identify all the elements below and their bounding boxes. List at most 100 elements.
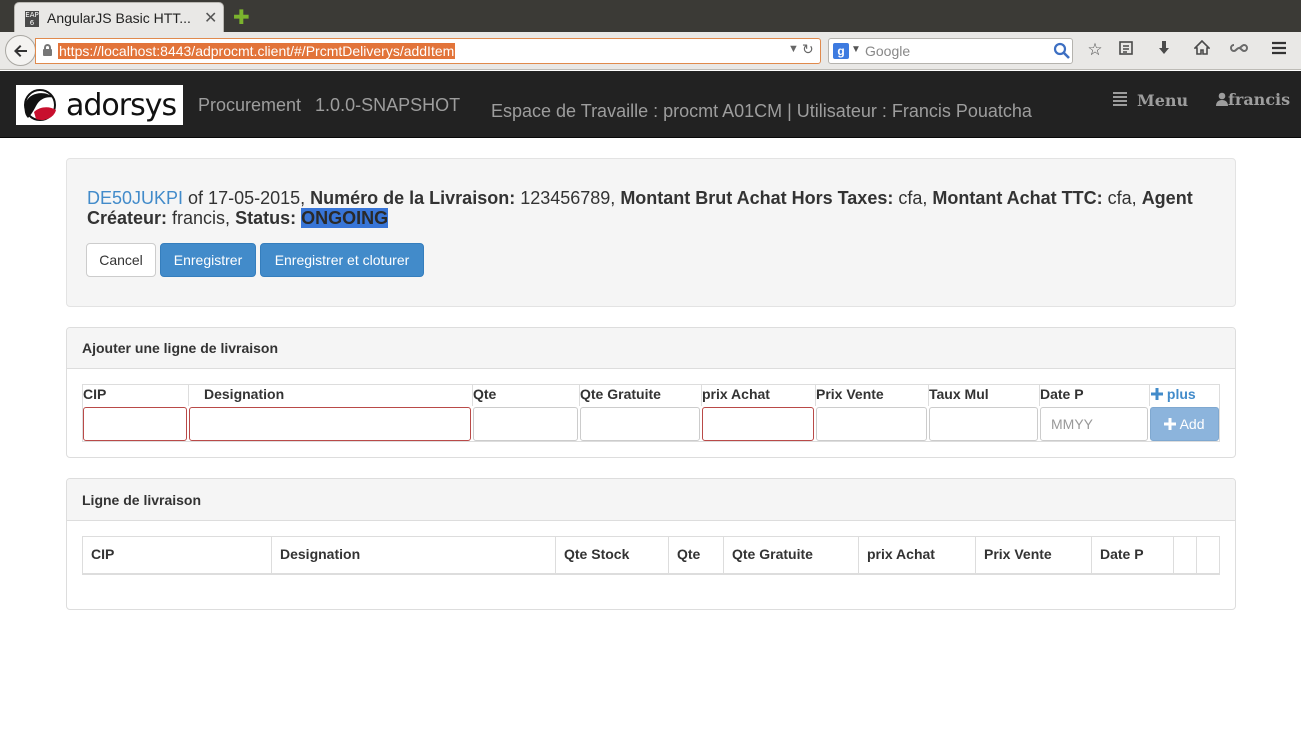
qte-input[interactable] <box>473 407 578 441</box>
logo-wordmark: adorsys <box>66 88 177 123</box>
brand-name: Procurement <box>198 95 302 115</box>
lock-icon <box>43 44 52 56</box>
list-header-designation[interactable]: Designation <box>280 546 360 562</box>
status-label: Status: <box>235 208 297 228</box>
list-header-prix-vente[interactable]: Prix Vente <box>984 546 1052 562</box>
browser-tab-bar: EAP 6 AngularJS Basic HTT... ✕ ✚ <box>0 0 1301 32</box>
column-separator <box>975 536 976 574</box>
search-bar[interactable]: g ▼ Google <box>828 38 1073 64</box>
column-separator <box>271 536 272 574</box>
header-taux-mul: Taux Mul <box>929 386 989 402</box>
numero-label: Numéro de la Livraison: <box>310 188 516 208</box>
qte-gratuite-input[interactable] <box>580 407 700 441</box>
add-label: Add <box>1179 416 1205 432</box>
search-engine-dropdown-icon[interactable]: ▼ <box>851 44 861 55</box>
line-list-panel-title: Ligne de livraison <box>82 492 202 508</box>
numero-value: 123456789, <box>515 188 621 208</box>
workspace-info: Espace de Travaille : procmt A01CM | Uti… <box>491 101 1032 121</box>
column-separator <box>858 536 859 574</box>
user-label: francis <box>1228 90 1291 109</box>
user-icon <box>1216 92 1228 106</box>
column-separator <box>1091 536 1092 574</box>
search-icon[interactable] <box>1053 42 1071 60</box>
search-input[interactable]: Google <box>865 43 910 59</box>
list-header-prix-achat[interactable]: prix Achat <box>867 546 935 562</box>
delivery-date: of 17-05-2015, <box>183 188 311 208</box>
ttc-label: Montant Achat TTC: <box>932 188 1103 208</box>
delivery-summary: DE50JUKPI of 17-05-2015, Numéro de la Li… <box>87 188 1215 228</box>
list-header-qte-stock[interactable]: Qte Stock <box>564 546 629 562</box>
taux-mul-input[interactable] <box>929 407 1038 441</box>
line-list-panel-heading: Ligne de livraison <box>67 479 1235 521</box>
reload-icon[interactable]: ↻ <box>802 41 814 58</box>
header-qte: Qte <box>473 386 497 402</box>
plus-label: plus <box>1166 386 1196 402</box>
download-icon[interactable] <box>1153 40 1175 61</box>
column-separator <box>723 536 724 574</box>
back-arrow-icon <box>13 45 27 57</box>
tab-title: AngularJS Basic HTT... <box>47 10 191 26</box>
column-separator <box>555 536 556 574</box>
hamburger-menu-icon[interactable] <box>1268 40 1290 61</box>
header-cip: CIP <box>83 386 107 402</box>
app-version: 1.0.0-SNAPSHOT <box>315 95 461 115</box>
header-prix-achat: prix Achat <box>702 386 770 402</box>
header-date-p: Date P <box>1040 386 1084 402</box>
reading-list-icon[interactable] <box>1115 40 1137 61</box>
header-designation: Designation <box>204 386 285 402</box>
delivery-number-link[interactable]: DE50JUKPI <box>87 188 183 208</box>
bookmark-star-icon[interactable]: ☆ <box>1084 40 1106 60</box>
column-separator <box>1173 536 1174 574</box>
date-p-input[interactable]: MMYY <box>1040 407 1148 441</box>
menu-label: Menu <box>1137 91 1189 110</box>
save-and-close-button[interactable]: Enregistrer et cloturer <box>260 243 424 277</box>
agent-value: francis, <box>167 208 236 228</box>
list-header-qte-gratuite[interactable]: Qte Gratuite <box>732 546 813 562</box>
column-separator <box>1149 384 1150 406</box>
list-header-cip[interactable]: CIP <box>91 546 114 562</box>
column-separator <box>668 536 669 574</box>
plus-icon <box>1164 418 1177 430</box>
brut-label: Montant Brut Achat Hors Taxes: <box>620 188 894 208</box>
brut-value: cfa, <box>893 188 933 208</box>
header-qte-gratuite: Qte Gratuite <box>580 386 661 402</box>
favicon-icon: EAP 6 <box>25 11 39 27</box>
add-line-button[interactable]: Add <box>1150 407 1219 441</box>
prix-achat-input[interactable] <box>702 407 814 441</box>
adorsys-logo[interactable]: adorsys <box>16 85 183 125</box>
nav-menu-button[interactable]: Menu <box>1113 90 1188 110</box>
home-icon[interactable] <box>1191 39 1213 61</box>
url-history-dropdown-icon[interactable]: ▼ <box>788 43 799 55</box>
close-tab-icon[interactable]: ✕ <box>204 8 217 28</box>
add-line-panel-title: Ajouter une ligne de livraison <box>82 340 279 356</box>
add-line-panel-heading: Ajouter une ligne de livraison <box>67 328 1235 369</box>
sync-icon[interactable] <box>1228 40 1250 61</box>
list-header-qte[interactable]: Qte <box>677 546 700 562</box>
search-engine-icon[interactable]: g <box>833 43 849 59</box>
plus-icon <box>1151 388 1163 400</box>
app-navbar: adorsys Procurement 1.0.0-SNAPSHOT Espace… <box>0 71 1301 138</box>
column-separator <box>188 384 189 406</box>
logo-mark-icon <box>24 89 56 121</box>
nav-user-button[interactable]: francis <box>1216 90 1290 109</box>
browser-toolbar: https://localhost:8443/adprocmt.client/#… <box>0 32 1301 70</box>
prix-vente-input[interactable] <box>816 407 927 441</box>
plus-link[interactable]: plus <box>1151 386 1196 402</box>
cip-input[interactable] <box>83 407 187 441</box>
url-text[interactable]: https://localhost:8443/adprocmt.client/#… <box>58 43 456 59</box>
save-button[interactable]: Enregistrer <box>160 243 256 277</box>
column-separator <box>1196 536 1197 574</box>
new-tab-icon[interactable]: ✚ <box>233 5 250 30</box>
list-icon <box>1113 90 1127 106</box>
app-brand[interactable]: Procurement 1.0.0-SNAPSHOT <box>198 95 460 116</box>
cancel-button[interactable]: Cancel <box>86 243 156 277</box>
designation-input[interactable] <box>189 407 471 441</box>
back-button[interactable] <box>5 35 36 66</box>
ttc-value: cfa, <box>1102 188 1142 208</box>
header-prix-vente: Prix Vente <box>816 386 884 402</box>
status-badge: ONGOING <box>301 208 389 228</box>
list-header-date-p[interactable]: Date P <box>1100 546 1144 562</box>
browser-tab[interactable]: EAP 6 AngularJS Basic HTT... ✕ <box>14 2 224 32</box>
url-bar[interactable]: https://localhost:8443/adprocmt.client/#… <box>35 38 821 64</box>
delivery-summary-well: DE50JUKPI of 17-05-2015, Numéro de la Li… <box>66 158 1236 307</box>
